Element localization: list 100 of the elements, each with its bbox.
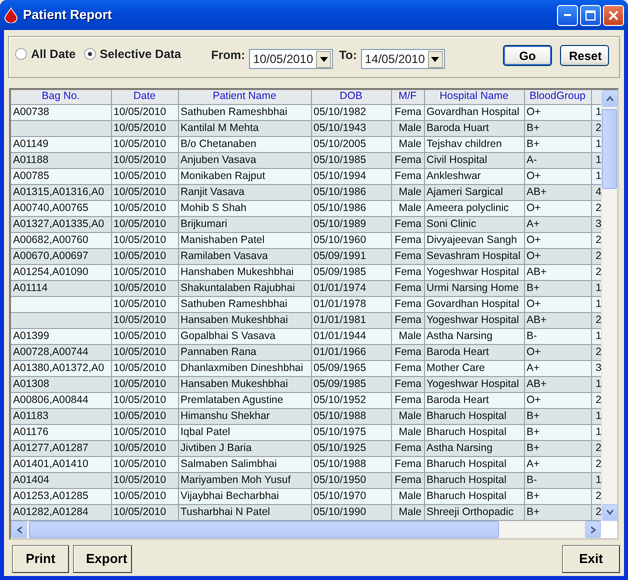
table-cell: Baroda Huart — [424, 120, 524, 136]
table-cell: 05/10/1952 — [311, 392, 391, 408]
table-cell: Salmaben Salimbhai — [178, 456, 311, 472]
table-cell: Shakuntalaben Rajubhai — [178, 280, 311, 296]
vertical-scrollbar[interactable] — [601, 90, 617, 521]
close-button[interactable] — [603, 4, 624, 26]
table-cell: B+ — [524, 504, 591, 520]
filter-button[interactable]: Go — [503, 45, 552, 66]
table-cell: 05/10/1990 — [311, 504, 391, 520]
table-cell: Fema — [391, 440, 424, 456]
dropdown-button[interactable] — [316, 50, 332, 68]
table-cell: B+ — [524, 440, 591, 456]
table-cell: Male — [391, 424, 424, 440]
table-cell: Fema — [391, 456, 424, 472]
table-cell: Premlataben Agustine — [178, 392, 311, 408]
table-cell: 10/05/2010 — [111, 472, 178, 488]
radio-label[interactable]: All Date — [31, 45, 76, 63]
table-cell: 10/05/2010 — [111, 440, 178, 456]
table-cell: AB+ — [524, 312, 591, 328]
column-header[interactable]: Date — [111, 90, 178, 104]
column-header[interactable]: Patient Name — [178, 90, 311, 104]
scroll-up-button[interactable] — [602, 90, 618, 107]
table-cell: 10/05/2010 — [111, 392, 178, 408]
table-cell: Monikaben Rajput — [178, 168, 311, 184]
table-cell: Male — [391, 328, 424, 344]
table-cell: 01/01/1978 — [311, 296, 391, 312]
table-cell: Dhanlaxmiben Dineshbhai — [178, 360, 311, 376]
table-cell: Male — [391, 120, 424, 136]
table-cell: Ajameri Sargical — [424, 184, 524, 200]
table-cell: Yogeshwar Hospital — [424, 264, 524, 280]
table-cell: A01315,A01316,A0 — [11, 184, 111, 200]
table-cell: A01188 — [11, 152, 111, 168]
scroll-thumb[interactable] — [602, 109, 617, 189]
table-cell: AB+ — [524, 184, 591, 200]
column-header[interactable]: Bag No. — [11, 90, 111, 104]
table-cell: 10/05/2010 — [111, 504, 178, 520]
dropdown-button[interactable] — [428, 50, 443, 68]
caret-up-icon — [606, 96, 614, 101]
table-cell: 10/05/2010 — [111, 184, 178, 200]
table-cell: Mohib S Shah — [178, 200, 311, 216]
table-cell: B- — [524, 328, 591, 344]
table-cell: 10/05/2010 — [111, 344, 178, 360]
table-cell: 01/01/1981 — [311, 312, 391, 328]
table-cell: Mariyamben Moh Yusuf — [178, 472, 311, 488]
table-cell: Yogeshwar Hospital — [424, 312, 524, 328]
radio-button[interactable] — [15, 48, 27, 60]
table-cell: A00738 — [11, 104, 111, 120]
column-header[interactable]: DOB — [311, 90, 391, 104]
maximize-button[interactable] — [580, 4, 601, 26]
table-cell: 05/10/1975 — [311, 424, 391, 440]
table-cell: Male — [391, 488, 424, 504]
table-cell: Govardhan Hospital — [424, 104, 524, 120]
date-dropdown[interactable]: 14/05/2010 — [360, 49, 445, 69]
footer-button[interactable]: Export — [73, 545, 132, 573]
radio-button[interactable] — [84, 48, 96, 60]
minimize-button[interactable] — [557, 4, 578, 26]
column-header[interactable]: BloodGroup — [524, 90, 591, 104]
table-cell: Ankleshwar — [424, 168, 524, 184]
footer-button[interactable]: Exit — [562, 545, 620, 573]
table-cell: A01399 — [11, 328, 111, 344]
table-cell: 05/09/1985 — [311, 376, 391, 392]
table-cell: Male — [391, 136, 424, 152]
close-icon — [608, 10, 619, 20]
table-cell: 10/05/2010 — [111, 120, 178, 136]
date-dropdown[interactable]: 10/05/2010 — [249, 49, 334, 69]
filter-button[interactable]: Reset — [560, 45, 609, 66]
table-cell: 10/05/2010 — [111, 488, 178, 504]
table-cell: Civil Hospital — [424, 152, 524, 168]
table-cell: 05/09/1991 — [311, 248, 391, 264]
radio-label[interactable]: Selective Data — [100, 45, 182, 63]
table-cell: A01253,A01285 — [11, 488, 111, 504]
column-header[interactable]: M/F — [391, 90, 424, 104]
table-cell: 05/10/1985 — [311, 152, 391, 168]
table-cell: Kantilal M Mehta — [178, 120, 311, 136]
table-cell: 01/01/1966 — [311, 344, 391, 360]
table-cell: 10/05/2010 — [111, 136, 178, 152]
table-cell: 05/09/1965 — [311, 360, 391, 376]
table-cell: 05/10/1988 — [311, 408, 391, 424]
horizontal-scrollbar[interactable] — [11, 521, 601, 538]
table-cell: 05/10/1960 — [311, 232, 391, 248]
table-cell: Bharuch Hospital — [424, 488, 524, 504]
table-cell: 05/09/1985 — [311, 264, 391, 280]
scroll-down-button[interactable] — [602, 504, 618, 521]
table-cell: Male — [391, 408, 424, 424]
table-cell: Hanshaben Mukeshbhai — [178, 264, 311, 280]
table-cell: Hansaben Mukeshbhai — [178, 312, 311, 328]
scroll-right-button[interactable] — [585, 521, 601, 538]
scroll-thumb[interactable] — [29, 521, 499, 538]
table-cell: Astha Narsing — [424, 440, 524, 456]
table-cell: Fema — [391, 216, 424, 232]
table-cell: Brijkumari — [178, 216, 311, 232]
table-cell: A01282,A01284 — [11, 504, 111, 520]
table-cell: A00785 — [11, 168, 111, 184]
scroll-left-button[interactable] — [11, 521, 27, 538]
footer-button[interactable]: Print — [12, 545, 69, 573]
table-cell: A01254,A01090 — [11, 264, 111, 280]
table-cell: 05/10/1986 — [311, 184, 391, 200]
column-header[interactable]: Hospital Name — [424, 90, 524, 104]
table-cell: A+ — [524, 456, 591, 472]
table-cell: Tejshav children — [424, 136, 524, 152]
